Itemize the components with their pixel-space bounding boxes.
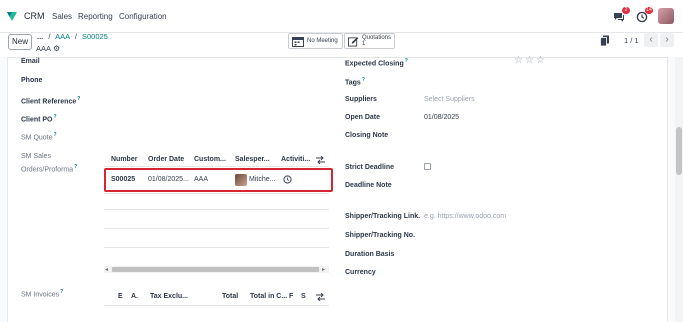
breadcrumb-s00025[interactable]: S00025 bbox=[82, 32, 108, 41]
tracking-link-label: Shipper/Tracking Link. bbox=[345, 213, 421, 220]
pager-value[interactable]: 1 / 1 bbox=[624, 36, 639, 45]
meeting-smart-button[interactable]: No Meeting bbox=[288, 33, 343, 49]
documents-icon[interactable] bbox=[600, 35, 610, 47]
quotations-smart-button[interactable]: Quotations 1 bbox=[344, 33, 395, 49]
activity-clock-icon[interactable] bbox=[283, 175, 292, 184]
activity-badge: 14 bbox=[645, 7, 653, 14]
menu-reporting[interactable]: Reporting bbox=[78, 12, 113, 21]
record-name: AAA bbox=[36, 44, 52, 53]
row-salesperson: Mitche... bbox=[249, 176, 276, 183]
breadcrumb-ellipsis[interactable]: ... bbox=[37, 32, 43, 41]
open-date-field[interactable]: 01/08/2025 bbox=[424, 114, 459, 121]
phone-label: Phone bbox=[21, 77, 43, 84]
row-number: S00025 bbox=[111, 176, 136, 183]
currency-label: Currency bbox=[345, 269, 376, 276]
tracking-link-field[interactable]: e.g. https://www.odoo.com bbox=[424, 213, 506, 220]
invoices-column-total-currency[interactable]: Total in C... bbox=[250, 293, 287, 300]
duration-basis-label: Duration Basis bbox=[345, 251, 395, 258]
client-reference-label: Client Reference? bbox=[21, 96, 81, 106]
column-toggle-icon[interactable] bbox=[316, 156, 325, 164]
table-horizontal-scrollbar[interactable]: ◂ ▸ bbox=[104, 266, 329, 273]
column-customer[interactable]: Custom... bbox=[194, 156, 226, 163]
user-avatar[interactable] bbox=[658, 8, 674, 24]
calendar-icon bbox=[292, 36, 304, 47]
email-label: Email bbox=[21, 58, 40, 65]
chat-badge: 2 bbox=[622, 7, 630, 14]
invoices-column-toggle-icon[interactable] bbox=[316, 293, 325, 301]
expected-closing-label: Expected Closing? bbox=[345, 58, 408, 68]
table-header-divider bbox=[104, 166, 329, 167]
row-divider bbox=[104, 228, 329, 229]
open-date-label: Open Date bbox=[345, 114, 381, 121]
tags-label: Tags? bbox=[345, 77, 365, 87]
meeting-label: No Meeting bbox=[307, 38, 338, 44]
invoices-header-divider bbox=[104, 305, 329, 306]
invoices-column-f[interactable]: F bbox=[289, 293, 293, 300]
scroll-right-arrow-icon[interactable]: ▸ bbox=[322, 266, 325, 273]
invoices-column-s[interactable]: S bbox=[301, 293, 306, 300]
top-navbar: CRM Sales Reporting Configuration 2 14 bbox=[0, 0, 683, 33]
pencil-square-icon bbox=[348, 36, 359, 47]
pager-previous-button[interactable]: ‹ bbox=[644, 33, 658, 47]
page-scrollbar-thumb[interactable] bbox=[676, 127, 682, 175]
salesperson-avatar bbox=[235, 174, 247, 186]
new-button[interactable]: New bbox=[8, 34, 32, 50]
page-scrollbar[interactable] bbox=[675, 57, 683, 322]
column-number[interactable]: Number bbox=[111, 156, 137, 163]
row-divider bbox=[104, 209, 329, 210]
breadcrumb-aaa[interactable]: AAA bbox=[55, 32, 70, 41]
invoices-column-total[interactable]: Total bbox=[222, 293, 238, 300]
quotations-count: 1 bbox=[361, 41, 366, 47]
deadline-note-label: Deadline Note bbox=[345, 182, 392, 189]
tracking-no-label: Shipper/Tracking No. bbox=[345, 232, 416, 239]
closing-note-label: Closing Note bbox=[345, 132, 389, 139]
strict-deadline-checkbox[interactable] bbox=[424, 163, 431, 170]
priority-stars-icon[interactable]: ☆☆☆ bbox=[514, 55, 547, 66]
chat-icon[interactable]: 2 bbox=[613, 7, 630, 23]
suppliers-label: Suppliers bbox=[345, 96, 377, 103]
column-salesperson[interactable]: Salesper... bbox=[235, 156, 270, 163]
column-order-date[interactable]: Order Date bbox=[148, 156, 184, 163]
sm-quote-label: SM Quote? bbox=[21, 132, 57, 142]
row-divider bbox=[104, 193, 329, 194]
control-panel: New ... / AAA / S00025 AAA ⚙ No Meeting … bbox=[0, 32, 683, 57]
pager-next-button[interactable]: › bbox=[660, 33, 674, 47]
breadcrumb: ... / AAA / S00025 bbox=[37, 32, 108, 41]
client-po-label: Client PO? bbox=[21, 114, 57, 124]
quotations-label: Quotations bbox=[361, 35, 391, 41]
app-name[interactable]: CRM bbox=[24, 11, 45, 21]
sm-invoices-label: SM Invoices? bbox=[21, 289, 64, 299]
row-customer: AAA bbox=[194, 176, 209, 183]
invoices-column-a[interactable]: A. bbox=[131, 293, 138, 300]
column-activities[interactable]: Activiti... bbox=[281, 156, 310, 163]
row-divider bbox=[104, 247, 329, 248]
row-order-date: 01/08/2025... bbox=[148, 176, 189, 183]
suppliers-field[interactable]: Select Suppliers bbox=[424, 96, 475, 103]
menu-configuration[interactable]: Configuration bbox=[119, 12, 167, 21]
strict-deadline-label: Strict Deadline bbox=[345, 164, 395, 171]
menu-sales[interactable]: Sales bbox=[52, 12, 72, 21]
scroll-left-arrow-icon[interactable]: ◂ bbox=[105, 266, 108, 273]
crm-app-icon[interactable] bbox=[6, 10, 18, 22]
activity-clock-icon[interactable]: 14 bbox=[636, 7, 653, 23]
gear-icon[interactable]: ⚙ bbox=[53, 44, 60, 53]
invoices-column-e[interactable]: E bbox=[118, 293, 123, 300]
table-row[interactable] bbox=[104, 168, 333, 192]
sm-sales-orders-label: SM Sales Orders/Proforma? bbox=[21, 153, 78, 174]
scrollbar-thumb[interactable] bbox=[112, 267, 319, 272]
invoices-column-tax-excluded[interactable]: Tax Exclu... bbox=[150, 293, 188, 300]
